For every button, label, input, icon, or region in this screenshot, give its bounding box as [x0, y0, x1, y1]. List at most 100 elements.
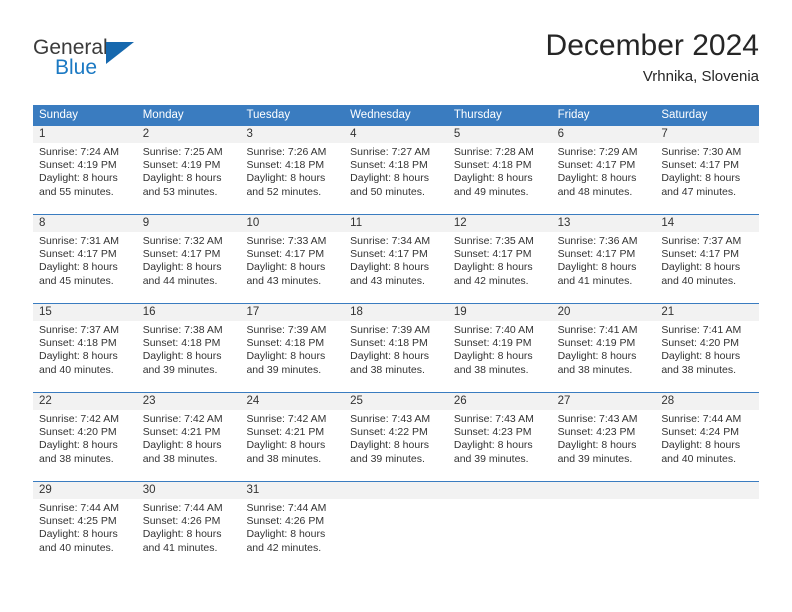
sunset-line: Sunset: 4:19 PM: [557, 337, 636, 350]
day-cell[interactable]: 17 Sunrise: 7:39 AM Sunset: 4:18 PM Dayligh…: [240, 304, 345, 392]
sunset-line: Sunset: 4:18 PM: [350, 337, 428, 350]
day-cell[interactable]: 30 Sunrise: 7:44 AM Sunset: 4:26 PM Dayligh…: [136, 482, 241, 570]
day-cell[interactable]: 23 Sunrise: 7:42 AM Sunset: 4:21 PM Dayligh…: [136, 393, 241, 481]
sunset-line: Sunset: 4:19 PM: [142, 159, 221, 172]
sunset-line: Sunset: 4:18 PM: [350, 159, 428, 172]
sunset-line: Sunset: 4:18 PM: [246, 337, 325, 350]
daylight-line-1: Daylight: 8 hours: [246, 528, 326, 541]
sunrise-line: Sunrise: 7:43 AM: [453, 413, 534, 425]
general-blue-logo[interactable]: General Blue: [33, 36, 153, 88]
daylight-line-2: and 44 minutes.: [142, 274, 218, 287]
daylight-line-1: Daylight: 8 hours: [350, 172, 429, 185]
day-cell[interactable]: 16 Sunrise: 7:38 AM Sunset: 4:18 PM Dayligh…: [136, 304, 241, 392]
day-cell[interactable]: 29 Sunrise: 7:44 AM Sunset: 4:25 PM Dayligh…: [33, 482, 137, 570]
day-info: Sunrise: 7:36 AM Sunset: 4:17 PM Daylight:…: [552, 232, 656, 288]
daylight-line-1: Daylight: 8 hours: [142, 172, 222, 185]
calendar-grid: Sunday Monday Tuesday Wednesday Thursday…: [33, 105, 760, 570]
day-cell[interactable]: 15 Sunrise: 7:37 AM Sunset: 4:18 PM Dayligh…: [33, 304, 137, 392]
daylight-line-2: and 40 minutes.: [661, 452, 737, 465]
sunrise-line: Sunrise: 7:29 AM: [557, 146, 638, 158]
day-cell[interactable]: 21 Sunrise: 7:41 AM Sunset: 4:20 PM Dayligh…: [655, 304, 760, 392]
day-cell[interactable]: 24 Sunrise: 7:42 AM Sunset: 4:21 PM Dayligh…: [240, 393, 345, 481]
day-cell[interactable]: 4 Sunrise: 7:27 AM Sunset: 4:18 PM Daylight…: [344, 126, 448, 214]
calendar-page: General Blue December 2024 Vrhnika, Slov…: [0, 0, 792, 612]
daylight-line-2: and 42 minutes.: [453, 274, 529, 287]
day-cell[interactable]: 10 Sunrise: 7:33 AM Sunset: 4:17 PM Dayligh…: [240, 215, 345, 303]
daylight-line-1: Daylight: 8 hours: [350, 439, 429, 452]
day-cell[interactable]: 6 Sunrise: 7:29 AM Sunset: 4:17 PM Daylight…: [551, 126, 656, 214]
daylight-line-1: Daylight: 8 hours: [661, 261, 741, 274]
day-number: 30: [142, 484, 156, 496]
weekday-header-friday: Friday: [557, 109, 590, 121]
day-info: Sunrise: 7:27 AM Sunset: 4:18 PM Daylight:…: [344, 143, 448, 199]
day-number-band: [551, 482, 656, 499]
day-cell[interactable]: 5 Sunrise: 7:28 AM Sunset: 4:18 PM Daylight…: [447, 126, 552, 214]
day-cell[interactable]: 1 Sunrise: 7:24 AM Sunset: 4:19 PM Daylight…: [33, 126, 137, 214]
day-cell[interactable]: 28 Sunrise: 7:44 AM Sunset: 4:24 PM Dayligh…: [655, 393, 760, 481]
day-cell[interactable]: 7 Sunrise: 7:30 AM Sunset: 4:17 PM Daylight…: [655, 126, 760, 214]
day-info: Sunrise: 7:29 AM Sunset: 4:17 PM Daylight:…: [552, 143, 656, 199]
day-cell[interactable]: 14 Sunrise: 7:37 AM Sunset: 4:17 PM Dayligh…: [655, 215, 760, 303]
day-number-band: 7: [655, 126, 760, 143]
daylight-line-1: Daylight: 8 hours: [39, 528, 118, 541]
day-cell[interactable]: 26 Sunrise: 7:43 AM Sunset: 4:23 PM Dayligh…: [447, 393, 552, 481]
week-row: 22 Sunrise: 7:42 AM Sunset: 4:20 PM Dayligh…: [33, 392, 760, 481]
day-number: 29: [39, 484, 52, 496]
sunset-line: Sunset: 4:19 PM: [453, 337, 532, 350]
day-info: Sunrise: 7:43 AM Sunset: 4:22 PM Daylight:…: [344, 410, 448, 466]
day-number: 15: [39, 306, 52, 318]
day-cell[interactable]: 12 Sunrise: 7:35 AM Sunset: 4:17 PM Dayligh…: [447, 215, 552, 303]
day-number-band: [447, 482, 552, 499]
sunset-line: Sunset: 4:17 PM: [142, 248, 221, 261]
day-info: Sunrise: 7:44 AM Sunset: 4:25 PM Daylight:…: [33, 499, 137, 555]
day-info: Sunrise: 7:26 AM Sunset: 4:18 PM Daylight:…: [240, 143, 344, 199]
daylight-line-2: and 38 minutes.: [661, 363, 737, 376]
sunrise-line: Sunrise: 7:37 AM: [661, 235, 742, 247]
sunset-line: Sunset: 4:18 PM: [246, 159, 325, 172]
day-cell[interactable]: 3 Sunrise: 7:26 AM Sunset: 4:18 PM Daylight…: [240, 126, 345, 214]
day-cell[interactable]: 13 Sunrise: 7:36 AM Sunset: 4:17 PM Dayligh…: [551, 215, 656, 303]
sunrise-line: Sunrise: 7:42 AM: [246, 413, 327, 425]
day-info: Sunrise: 7:24 AM Sunset: 4:19 PM Daylight:…: [33, 143, 137, 199]
day-number-band: 14: [655, 215, 760, 232]
sunrise-line: Sunrise: 7:36 AM: [557, 235, 638, 247]
day-number-band: 16: [136, 304, 241, 321]
day-info: Sunrise: 7:34 AM Sunset: 4:17 PM Daylight:…: [344, 232, 448, 288]
day-number: 3: [246, 128, 253, 140]
weekday-header-tuesday: Tuesday: [246, 109, 291, 121]
day-cell[interactable]: 27 Sunrise: 7:43 AM Sunset: 4:23 PM Dayligh…: [551, 393, 656, 481]
sunrise-line: Sunrise: 7:26 AM: [246, 146, 327, 158]
day-number-band: 6: [551, 126, 656, 143]
day-number-band: 13: [551, 215, 656, 232]
day-cell-empty: [655, 482, 760, 570]
day-number: 9: [142, 217, 150, 229]
day-cell[interactable]: 25 Sunrise: 7:43 AM Sunset: 4:22 PM Dayligh…: [344, 393, 448, 481]
sunrise-line: Sunrise: 7:31 AM: [39, 235, 119, 247]
day-cell[interactable]: 19 Sunrise: 7:40 AM Sunset: 4:19 PM Dayligh…: [447, 304, 552, 392]
day-cell[interactable]: 9 Sunrise: 7:32 AM Sunset: 4:17 PM Daylight…: [136, 215, 241, 303]
day-cell[interactable]: 8 Sunrise: 7:31 AM Sunset: 4:17 PM Daylight…: [33, 215, 137, 303]
page-header: General Blue December 2024 Vrhnika, Slov…: [33, 28, 759, 98]
day-cell[interactable]: 20 Sunrise: 7:41 AM Sunset: 4:19 PM Dayligh…: [551, 304, 656, 392]
day-number-band: [655, 482, 760, 499]
title-block: December 2024 Vrhnika, Slovenia: [546, 28, 759, 88]
day-info: Sunrise: 7:37 AM Sunset: 4:18 PM Daylight:…: [33, 321, 137, 377]
sunrise-line: Sunrise: 7:44 AM: [142, 502, 223, 514]
day-cell[interactable]: 2 Sunrise: 7:25 AM Sunset: 4:19 PM Daylight…: [136, 126, 241, 214]
day-number-band: 30: [136, 482, 241, 499]
day-cell[interactable]: 18 Sunrise: 7:39 AM Sunset: 4:18 PM Dayligh…: [344, 304, 448, 392]
daylight-line-2: and 50 minutes.: [350, 185, 425, 198]
sunset-line: Sunset: 4:26 PM: [142, 515, 221, 528]
day-cell[interactable]: 31 Sunrise: 7:44 AM Sunset: 4:26 PM Dayligh…: [240, 482, 345, 570]
day-cell[interactable]: 22 Sunrise: 7:42 AM Sunset: 4:20 PM Dayligh…: [33, 393, 137, 481]
logo-triangle-icon: [106, 42, 134, 64]
daylight-line-2: and 39 minutes.: [557, 452, 633, 465]
page-title: December 2024: [545, 29, 759, 62]
day-cell[interactable]: 11 Sunrise: 7:34 AM Sunset: 4:17 PM Dayligh…: [344, 215, 448, 303]
daylight-line-2: and 40 minutes.: [661, 274, 737, 287]
daylight-line-2: and 41 minutes.: [142, 541, 218, 554]
day-number: 7: [661, 128, 668, 140]
sunset-line: Sunset: 4:18 PM: [453, 159, 532, 172]
daylight-line-1: Daylight: 8 hours: [557, 172, 637, 185]
day-number: 8: [39, 217, 46, 229]
